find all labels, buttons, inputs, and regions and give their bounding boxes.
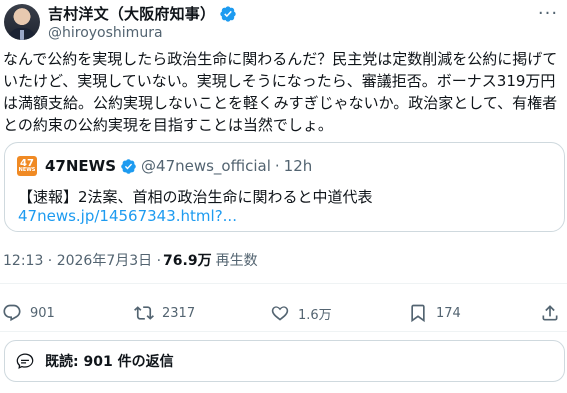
view-replies-button[interactable]: 既読: 901 件の返信 [4,340,565,382]
divider-top [0,283,567,284]
quoted-separator: · [274,157,280,175]
author-avatar[interactable] [4,4,40,40]
tweet-meta: 12:13 · 2026年7月3日 · 76.9万 再生数 [3,250,258,270]
tweet-timestamp[interactable]: 12:13 · 2026年7月3日 · [3,250,161,270]
replies-label: 既読: 901 件の返信 [45,354,174,370]
author-name-row: 吉村洋文（大阪府知事） [48,3,237,24]
avatar-tie [20,30,24,40]
like-button[interactable]: 1.6万 [270,298,332,328]
tweet-text: なんで公約を実現したら政治生命に関わるんだ？民主党は定数削減を公約に掲げていたけ… [3,50,558,134]
quoted-timestamp[interactable]: 12h [284,157,313,175]
quoted-verified-badge-icon [121,158,136,174]
chat-bubble-icon [16,353,34,369]
reply-icon [3,304,21,322]
quoted-link[interactable]: 47news.jp/14567343.html?... [18,207,237,225]
share-icon [542,305,558,321]
quoted-tweet[interactable]: 47 NEWS 47NEWS @47news_official · 12h 【速… [4,142,565,232]
quoted-author-name[interactable]: 47NEWS [45,157,116,175]
quoted-text: 【速報】2法案、首相の政治生命に関わると中道代表 [18,188,373,206]
bookmark-icon [411,304,425,323]
heart-icon [271,306,289,321]
retweet-button[interactable]: 2317 [134,298,195,328]
view-count-label: 再生数 [215,253,258,269]
reply-button[interactable]: 901 [2,298,55,328]
view-count: 76.9万 [163,253,212,269]
quoted-header: 47NEWS @47news_official · 12h [45,157,312,175]
verified-badge-icon [220,5,236,22]
retweet-count: 2317 [162,305,196,321]
divider-bottom [0,331,567,332]
quoted-author-handle[interactable]: @47news_official [141,157,271,175]
bookmark-count: 174 [436,305,461,321]
author-handle[interactable]: @hiroyoshimura [48,25,163,41]
like-count: 1.6万 [298,307,332,323]
more-options-icon[interactable]: ··· [537,2,559,24]
quoted-logo-sub: NEWS [18,167,36,173]
retweet-icon [134,306,154,320]
bookmark-button[interactable]: 174 [408,298,461,328]
quoted-logo-icon: 47 NEWS [17,156,37,176]
reply-count: 901 [30,305,55,321]
author-name[interactable]: 吉村洋文（大阪府知事） [48,3,215,24]
tweet-header: 吉村洋文（大阪府知事） @hiroyoshimura ··· [0,0,567,46]
action-bar: 901 2317 1.6万 174 [0,298,567,328]
share-button[interactable] [540,298,567,328]
